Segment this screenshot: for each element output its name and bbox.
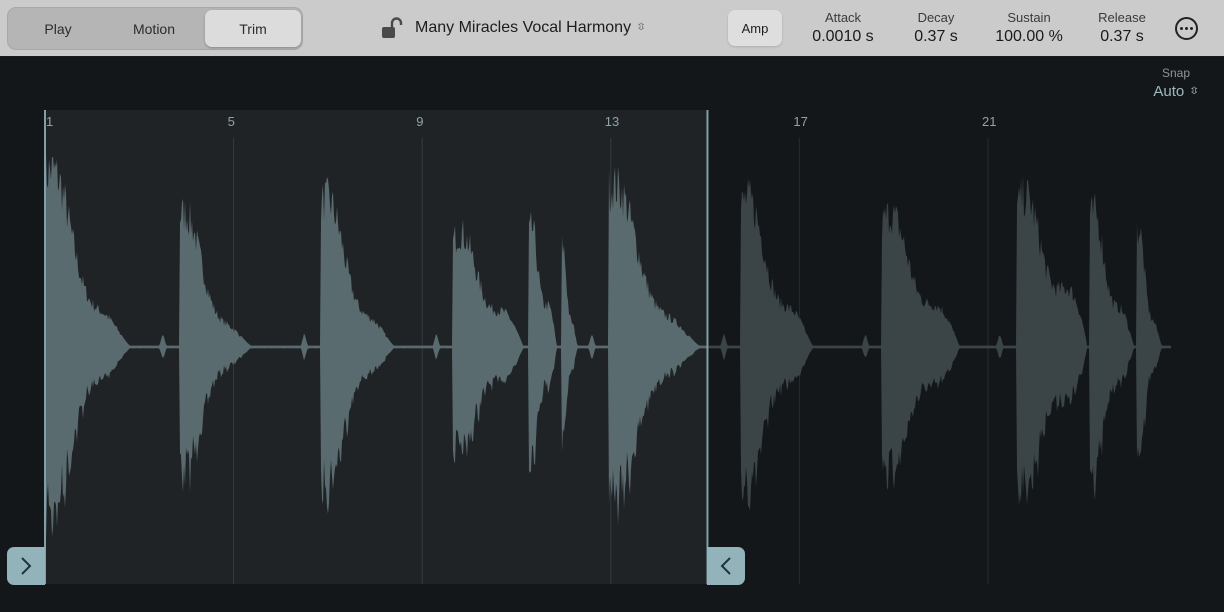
bar-label: 9 [416,114,424,129]
waveform-unselected [708,174,1171,511]
mode-segmented-control: Play Motion Trim [7,7,303,50]
unlocked-padlock-icon[interactable] [381,17,405,41]
chevron-left-icon [720,557,731,575]
sustain-value[interactable]: 100.00 % [988,26,1070,48]
chevron-right-icon [21,557,32,575]
release-param[interactable]: Release 0.37 s [1088,10,1156,48]
attack-value[interactable]: 0.0010 s [802,26,884,48]
release-value[interactable]: 0.37 s [1088,26,1156,48]
trim-end-handle[interactable] [707,547,745,585]
snap-value: Auto [1153,83,1185,100]
bar-label: 17 [793,114,808,129]
bar-label: 13 [604,114,620,129]
waveform-view[interactable] [0,58,1224,612]
attack-param[interactable]: Attack 0.0010 s [802,10,884,48]
attack-label: Attack [824,10,862,25]
mode-motion-button[interactable]: Motion [106,10,202,47]
up-down-chevron-icon: ⇳ [635,22,647,33]
mode-play-button[interactable]: Play [10,10,106,47]
bar-label: 21 [982,114,997,129]
up-down-chevron-icon: ⇳ [1188,86,1200,97]
snap-selector[interactable]: Auto ⇳ [1140,81,1212,103]
sustain-param[interactable]: Sustain 100.00 % [988,10,1070,48]
ellipsis-circle-icon[interactable] [1175,17,1198,40]
bar-label: 5 [227,114,235,129]
mode-trim-button[interactable]: Trim [205,10,301,47]
amp-button[interactable]: Amp [728,10,782,46]
bar-label: 1 [46,114,54,129]
decay-value[interactable]: 0.37 s [900,26,972,48]
toolbar: Play Motion Trim Many Miracles Vocal Har… [0,0,1224,57]
decay-param[interactable]: Decay 0.37 s [900,10,972,48]
snap-label: Snap [1161,66,1191,80]
preset-name: Many Miracles Vocal Harmony [415,19,632,36]
trim-editor[interactable]: 1 5 9 13 17 21 [0,58,1224,612]
snap-control: Snap Auto ⇳ [1140,65,1212,103]
trim-start-handle[interactable] [7,547,45,585]
release-label: Release [1098,10,1146,25]
preset-selector[interactable]: Many Miracles Vocal Harmony ⇳ [415,19,647,37]
sustain-label: Sustain [1007,10,1051,25]
decay-label: Decay [917,10,955,25]
